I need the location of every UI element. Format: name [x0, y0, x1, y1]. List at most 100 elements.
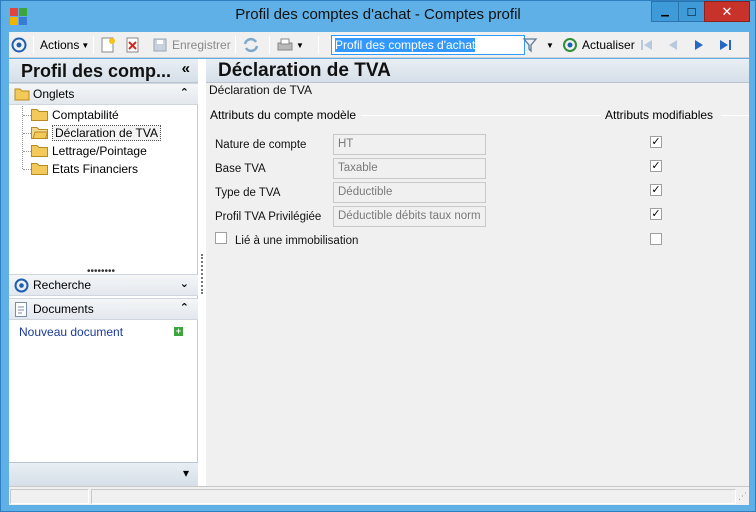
previous-icon [669, 40, 677, 50]
status-cell [10, 489, 89, 504]
sync-icon [243, 37, 259, 53]
base-tva-modifiable-checkbox[interactable]: ✓ [650, 160, 662, 172]
status-bar: ⋰ [9, 486, 749, 505]
first-icon [641, 40, 652, 50]
immobilisation-label: Lié à une immobilisation [235, 235, 359, 247]
chevron-down-icon: ▼ [296, 40, 304, 50]
actions-label: Actions [40, 38, 80, 52]
tab-comptabilite[interactable]: Comptabilité [31, 106, 119, 124]
immobilisation-checkbox[interactable] [215, 232, 227, 244]
delete-icon [126, 37, 139, 53]
onglets-section-header[interactable]: Onglets ⌃ [9, 83, 198, 105]
chevron-up-icon[interactable]: ⌃ [180, 301, 189, 314]
chevron-down-icon[interactable]: ⌄ [180, 277, 189, 290]
last-icon [720, 40, 731, 50]
title-bar[interactable]: Profil des comptes d'achat - Comptes pro… [1, 1, 755, 31]
group-label-modifiable-attributes: Attributs modifiables [605, 108, 716, 122]
document-icon [15, 302, 27, 317]
folder-icon [14, 88, 30, 101]
main-header: Déclaration de TVA [206, 59, 749, 83]
chevron-down-icon[interactable]: ▾ [183, 466, 189, 480]
last-record-button[interactable] [717, 35, 733, 55]
add-icon[interactable]: + [174, 327, 183, 336]
window-title: Profil des comptes d'achat - Comptes pro… [235, 6, 521, 23]
refresh-button[interactable]: Actualiser [562, 35, 635, 55]
maximize-button[interactable]: □ [678, 1, 705, 22]
minimize-button[interactable]: ▁ [651, 1, 679, 22]
field-label-type-tva: Type de TVA [215, 187, 281, 199]
base-tva-field: Taxable [333, 158, 486, 179]
folder-icon [31, 163, 48, 175]
chevron-down-icon: ▼ [81, 40, 90, 50]
refresh-label: Actualiser [582, 38, 635, 52]
next-record-button[interactable] [691, 35, 707, 55]
search-input[interactable]: Profil des comptes d'achat [331, 35, 525, 55]
tab-etats-financiers[interactable]: Etats Financiers [31, 160, 138, 178]
group-label-template-attributes: Attributs du compte modèle [210, 108, 359, 122]
onglets-label: Onglets [33, 87, 75, 101]
nature-compte-field: HT [333, 134, 486, 155]
close-icon: ✕ [721, 3, 733, 19]
chevron-down-icon: ▼ [546, 40, 554, 50]
navigation-panel: Profil des comp... « Onglets ⌃ Comptabil… [9, 59, 198, 486]
print-button[interactable]: ▼ [276, 35, 304, 55]
collapse-panel-icon[interactable]: « [182, 60, 190, 77]
new-document-link[interactable]: Nouveau document [19, 325, 123, 339]
page-title: Déclaration de TVA [218, 60, 391, 81]
new-button[interactable] [100, 35, 116, 55]
save-label: Enregistrer [172, 38, 231, 52]
new-document-icon [101, 37, 115, 53]
profil-tva-field: Déductible débits taux norm [333, 206, 486, 227]
recherche-section-header[interactable]: Recherche ⌄ [9, 274, 198, 296]
chevron-up-icon[interactable]: ⌃ [180, 86, 189, 99]
sync-button[interactable] [242, 35, 260, 55]
application-window: Profil des comptes d'achat - Comptes pro… [0, 0, 756, 512]
recherche-label: Recherche [33, 278, 92, 292]
tab-label: Comptabilité [52, 108, 119, 122]
panel-overflow-bar[interactable]: ▾ [9, 462, 198, 486]
navigation-panel-title: Profil des comp... [21, 61, 172, 81]
immobilisation-modifiable-checkbox[interactable] [650, 233, 662, 245]
maximize-icon: □ [687, 4, 696, 19]
panel-splitter[interactable] [198, 59, 206, 486]
documents-section-header[interactable]: Documents ⌃ [9, 298, 198, 320]
tab-label: Déclaration de TVA [52, 125, 161, 141]
folder-open-icon [31, 127, 48, 139]
status-cell [91, 489, 736, 504]
toolbar: Actions ▼ Enregistrer ▼ Profil des compt… [9, 32, 749, 58]
circle-target-icon [11, 37, 27, 53]
tab-lettrage-pointage[interactable]: Lettrage/Pointage [31, 142, 147, 160]
home-button[interactable] [11, 35, 27, 55]
save-icon [153, 38, 167, 52]
profil-tva-modifiable-checkbox[interactable]: ✓ [650, 208, 662, 220]
field-label-base-tva: Base TVA [215, 163, 266, 175]
section-subtitle: Déclaration de TVA [209, 83, 312, 97]
nature-compte-modifiable-checkbox[interactable]: ✓ [650, 136, 662, 148]
search-input-value: Profil des comptes d'achat [335, 38, 476, 52]
refresh-icon [563, 38, 577, 52]
filter-button[interactable] [522, 35, 538, 55]
minimize-icon: ▁ [661, 6, 669, 17]
actions-menu[interactable]: Actions ▼ [40, 35, 89, 55]
printer-icon [277, 38, 293, 51]
previous-record-button[interactable] [665, 35, 681, 55]
save-button[interactable]: Enregistrer [152, 35, 231, 55]
field-label-nature-compte: Nature de compte [215, 139, 307, 151]
documents-label: Documents [33, 302, 94, 316]
search-target-icon [14, 278, 29, 293]
close-button[interactable]: ✕ [704, 1, 750, 22]
next-icon [695, 40, 703, 50]
type-tva-modifiable-checkbox[interactable]: ✓ [650, 184, 662, 196]
navigation-panel-header: Profil des comp... « [9, 59, 198, 83]
folder-icon [31, 109, 48, 121]
tab-declaration-tva[interactable]: Déclaration de TVA [31, 124, 161, 142]
type-tva-field: Déductible [333, 182, 486, 203]
first-record-button[interactable] [639, 35, 655, 55]
tab-label: Etats Financiers [52, 162, 139, 176]
filter-dropdown[interactable]: ▼ [546, 35, 554, 55]
tab-label: Lettrage/Pointage [52, 144, 147, 158]
delete-button[interactable] [125, 35, 141, 55]
field-label-profil-tva: Profil TVA Privilégiée [215, 211, 322, 223]
filter-icon [522, 38, 538, 53]
resize-grip-icon[interactable]: ⋰ [738, 491, 747, 502]
